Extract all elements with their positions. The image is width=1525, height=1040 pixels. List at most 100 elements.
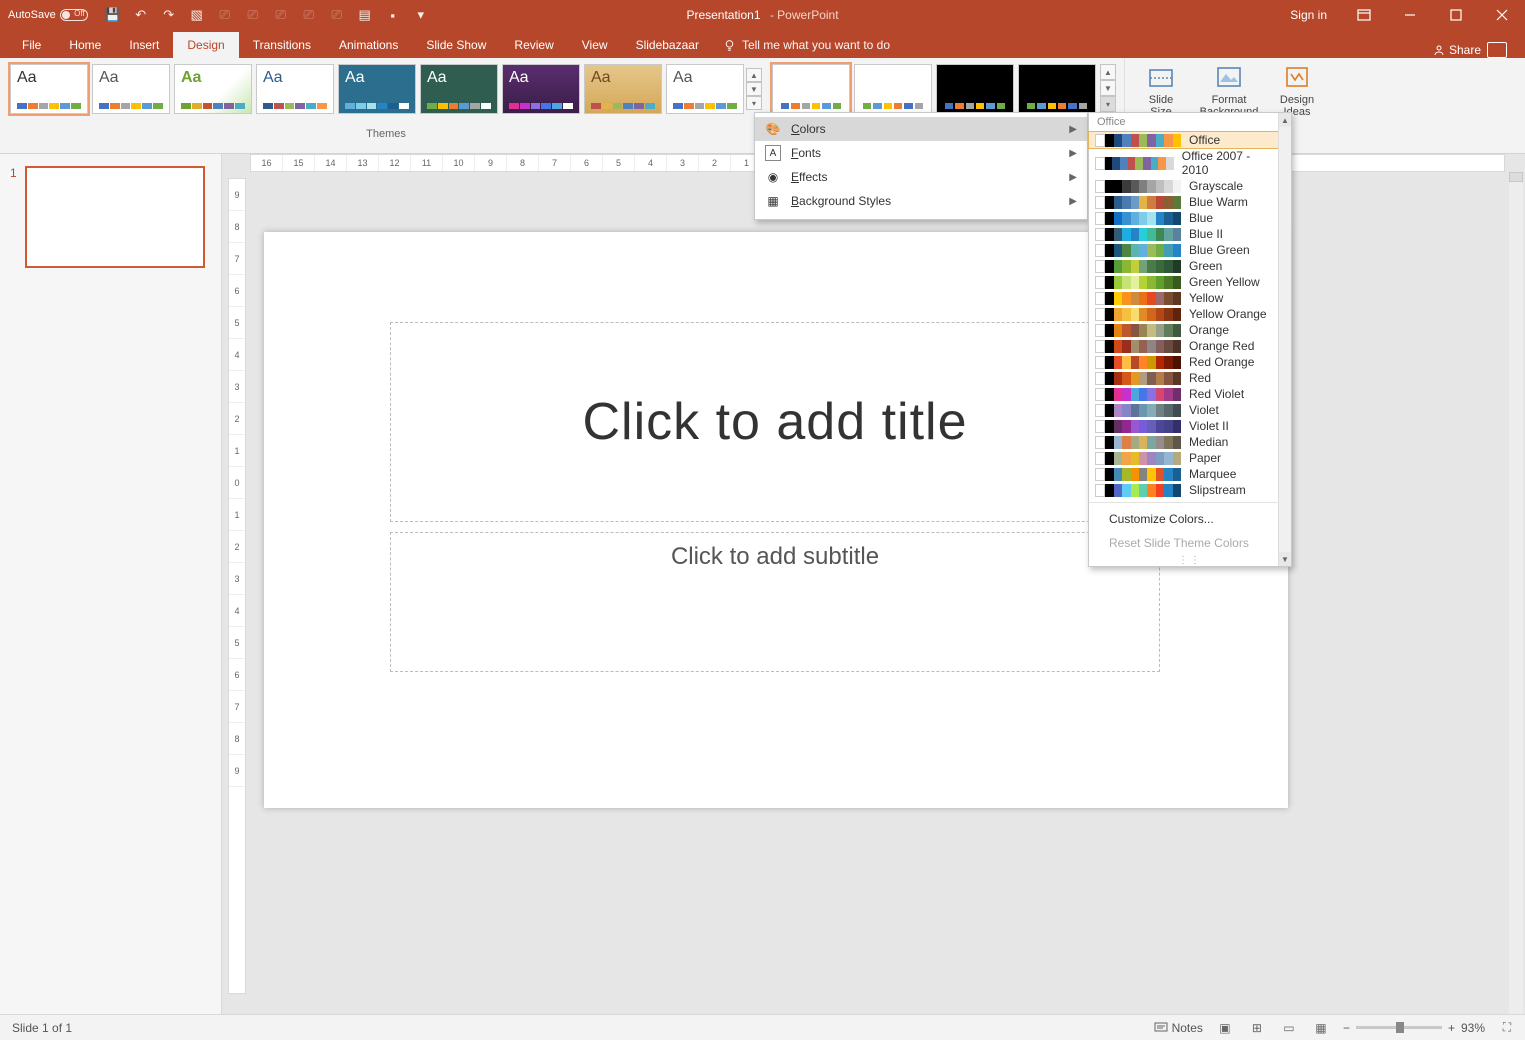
color-scheme-grayscale[interactable]: Grayscale <box>1089 178 1278 194</box>
color-scheme-yellow-orange[interactable]: Yellow Orange <box>1089 306 1278 322</box>
zoom-out-icon[interactable]: − <box>1343 1021 1350 1035</box>
tab-transitions[interactable]: Transitions <box>239 32 325 58</box>
color-scheme-median[interactable]: Median <box>1089 434 1278 450</box>
color-scheme-orange[interactable]: Orange <box>1089 322 1278 338</box>
more-icon[interactable]: ▾ <box>1100 96 1116 112</box>
color-scheme-green[interactable]: Green <box>1089 258 1278 274</box>
menu-background-styles[interactable]: ▦ Background Styles ▶ <box>755 189 1087 213</box>
slide-counter[interactable]: Slide 1 of 1 <box>8 1021 72 1035</box>
tab-animations[interactable]: Animations <box>325 32 412 58</box>
color-scheme-paper[interactable]: Paper <box>1089 450 1278 466</box>
themes-gallery[interactable]: Aa Aa Aa Aa Aa Aa Aa Aa Aa <box>10 64 744 114</box>
color-scheme-violet[interactable]: Violet <box>1089 402 1278 418</box>
color-scheme-green-yellow[interactable]: Green Yellow <box>1089 274 1278 290</box>
start-slideshow-icon[interactable]: ▧ <box>188 6 206 24</box>
slide-thumbnail-preview[interactable] <box>25 166 205 268</box>
save-icon[interactable]: 💾 <box>104 6 122 24</box>
subtitle-placeholder[interactable]: Click to add subtitle <box>390 532 1160 672</box>
scroll-down-icon[interactable]: ▼ <box>1279 552 1291 566</box>
fit-to-window-icon[interactable]: ⛶ <box>1497 1019 1517 1037</box>
color-scheme-red-orange[interactable]: Red Orange <box>1089 354 1278 370</box>
theme-4[interactable]: Aa <box>256 64 334 114</box>
tab-file[interactable]: File <box>8 32 55 58</box>
more-icon[interactable]: ▾ <box>746 96 762 110</box>
vertical-scrollbar[interactable] <box>1509 172 1523 1014</box>
maximize-icon[interactable] <box>1433 0 1479 30</box>
minimize-icon[interactable] <box>1387 0 1433 30</box>
color-scheme-blue-ii[interactable]: Blue II <box>1089 226 1278 242</box>
chevron-up-icon[interactable]: ▲ <box>1100 64 1116 80</box>
slide-thumbnails-panel[interactable]: 1 <box>0 154 222 1014</box>
slideshow-view-icon[interactable]: ▦ <box>1311 1019 1331 1037</box>
resize-grip-icon[interactable]: ⋮⋮ <box>1089 555 1291 566</box>
zoom-handle[interactable] <box>1396 1022 1404 1033</box>
color-scheme-office[interactable]: Office <box>1089 132 1278 148</box>
color-scheme-marquee[interactable]: Marquee <box>1089 466 1278 482</box>
color-scheme-slipstream[interactable]: Slipstream <box>1089 482 1278 498</box>
color-scheme-blue[interactable]: Blue <box>1089 210 1278 226</box>
tab-insert[interactable]: Insert <box>115 32 173 58</box>
close-icon[interactable] <box>1479 0 1525 30</box>
zoom-level[interactable]: 93% <box>1461 1021 1485 1035</box>
theme-8[interactable]: Aa <box>584 64 662 114</box>
theme-3[interactable]: Aa <box>174 64 252 114</box>
tab-home[interactable]: Home <box>55 32 115 58</box>
tab-view[interactable]: View <box>568 32 622 58</box>
menu-colors[interactable]: 🎨 CColorsolors ▶ <box>755 117 1087 141</box>
tab-slideshow[interactable]: Slide Show <box>412 32 500 58</box>
ribbon-display-options-icon[interactable] <box>1341 0 1387 30</box>
variant-2[interactable] <box>854 64 932 114</box>
customize-colors[interactable]: CCustomize Colors...ustomize Colors... <box>1089 507 1291 531</box>
tab-design[interactable]: Design <box>173 32 238 58</box>
tell-me-search[interactable]: Tell me what you want to do <box>713 32 900 58</box>
tab-slidebazaar[interactable]: Slidebazaar <box>622 32 713 58</box>
theme-7[interactable]: Aa <box>502 64 580 114</box>
color-scheme-red[interactable]: Red <box>1089 370 1278 386</box>
scroll-up-icon[interactable]: ▲ <box>1279 113 1291 127</box>
qat-more-icon[interactable]: ▾ <box>412 6 430 24</box>
notes-button[interactable]: Notes <box>1154 1021 1203 1035</box>
zoom-slider[interactable] <box>1356 1026 1442 1029</box>
theme-9[interactable]: Aa <box>666 64 744 114</box>
color-scheme-blue-warm[interactable]: Blue Warm <box>1089 194 1278 210</box>
normal-view-icon[interactable]: ▣ <box>1215 1019 1235 1037</box>
slide-sorter-view-icon[interactable]: ⊞ <box>1247 1019 1267 1037</box>
theme-6[interactable]: Aa <box>420 64 498 114</box>
menu-fonts[interactable]: A Fonts ▶ <box>755 141 1087 165</box>
color-scheme-violet-ii[interactable]: Violet II <box>1089 418 1278 434</box>
slide-thumbnail-1[interactable]: 1 <box>10 166 211 268</box>
menu-effects[interactable]: ◉ Effects ▶ <box>755 165 1087 189</box>
theme-5[interactable]: Aa <box>338 64 416 114</box>
variant-3[interactable] <box>936 64 1014 114</box>
ruler-tick: 7 <box>229 243 245 275</box>
color-scheme-office-2007-2010[interactable]: Office 2007 - 2010 <box>1089 148 1278 178</box>
comments-icon[interactable] <box>1487 42 1507 58</box>
variant-4[interactable] <box>1018 64 1096 114</box>
color-scheme-yellow[interactable]: Yellow <box>1089 290 1278 306</box>
theme-2[interactable]: Aa <box>92 64 170 114</box>
themes-expand[interactable]: ▲▼▾ <box>746 64 762 114</box>
chevron-down-icon[interactable]: ▼ <box>1100 80 1116 96</box>
chevron-up-icon[interactable]: ▲ <box>746 68 762 82</box>
zoom-control[interactable]: − + 93% <box>1343 1021 1485 1035</box>
sign-in-link[interactable]: Sign in <box>1276 8 1341 22</box>
variant-1[interactable] <box>772 64 850 114</box>
color-scheme-blue-green[interactable]: Blue Green <box>1089 242 1278 258</box>
share-button[interactable]: Share <box>1433 43 1481 57</box>
color-scheme-red-violet[interactable]: Red Violet <box>1089 386 1278 402</box>
undo-icon[interactable]: ↶ <box>132 6 150 24</box>
chevron-down-icon[interactable]: ▼ <box>746 82 762 96</box>
autosave-toggle[interactable]: AutoSave Off <box>8 9 88 21</box>
zoom-in-icon[interactable]: + <box>1448 1021 1455 1035</box>
tab-review[interactable]: Review <box>500 32 567 58</box>
color-scheme-orange-red[interactable]: Orange Red <box>1089 338 1278 354</box>
qat-button-6-icon[interactable]: ▤ <box>356 6 374 24</box>
qat-color-icon[interactable]: ▪︎ <box>384 6 402 24</box>
scroll-up-icon[interactable] <box>1509 172 1523 182</box>
redo-icon[interactable]: ↷ <box>160 6 178 24</box>
reading-view-icon[interactable]: ▭ <box>1279 1019 1299 1037</box>
colors-scrollbar[interactable]: ▲▼ <box>1278 113 1291 566</box>
vertical-ruler[interactable]: 9876543210123456789 <box>228 178 246 994</box>
theme-office[interactable]: Aa <box>10 64 88 114</box>
title-placeholder[interactable]: Click to add title <box>390 322 1160 522</box>
